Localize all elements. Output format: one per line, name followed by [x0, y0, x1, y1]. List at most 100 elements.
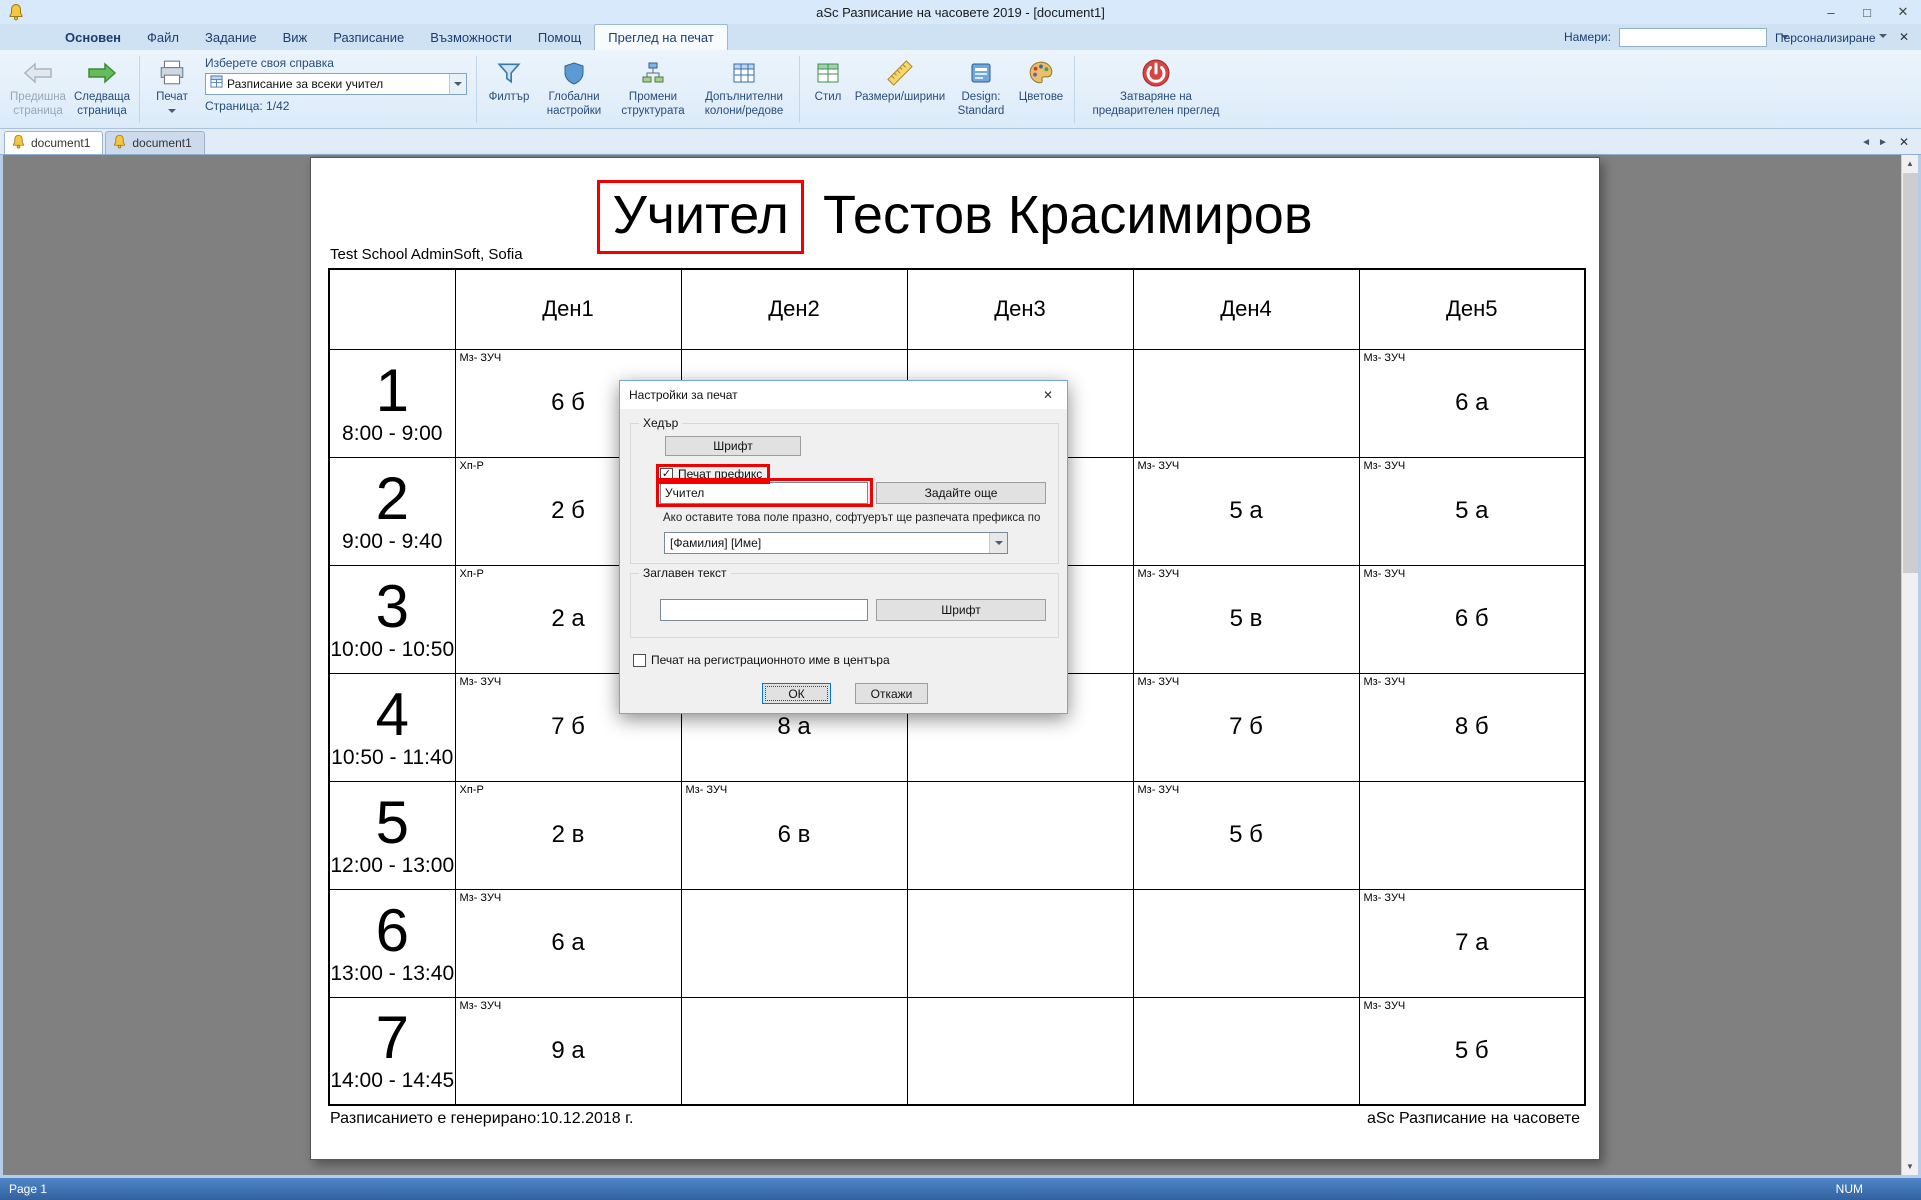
lesson-tag: Мз- ЗУЧ — [1364, 1000, 1406, 1012]
find-input[interactable] — [1620, 30, 1781, 45]
scroll-up-button[interactable]: ▲ — [1902, 155, 1918, 172]
lesson-cell: Мз- ЗУЧ5 б — [1359, 997, 1585, 1105]
tab-close-button[interactable]: ✕ — [1895, 135, 1913, 149]
lesson-class: 6 а — [1455, 389, 1488, 417]
status-bar: Page 1 NUM — [0, 1178, 1921, 1200]
ok-button[interactable]: ОК — [762, 683, 831, 704]
close-document-icon[interactable]: ✕ — [1895, 30, 1913, 44]
extra-columns-button[interactable]: Допълнителни колони/редове — [694, 52, 794, 127]
style-grid-icon — [816, 55, 840, 91]
table-row: 512:00 - 13:00 Хп-Р2 в Мз- ЗУЧ6 в Мз- ЗУ… — [329, 781, 1585, 889]
lesson-class: 7 б — [1229, 713, 1263, 741]
lesson-cell: Мз- ЗУЧ6 а — [1359, 349, 1585, 457]
change-structure-button[interactable]: Промени структурата — [612, 52, 694, 127]
lesson-cell: Мз- ЗУЧ6 б — [1359, 565, 1585, 673]
tab-print-preview[interactable]: Преглед на печат — [594, 24, 728, 50]
print-prefix-label: Печат префикс — [678, 467, 762, 481]
tab-osnoven[interactable]: Основен — [52, 24, 134, 50]
sizes-button[interactable]: Размери/ширини — [851, 52, 949, 127]
print-prefix-checkbox[interactable]: ✓ — [660, 468, 673, 481]
combo-dropdown-button[interactable] — [449, 74, 466, 94]
lesson-class: 6 в — [778, 821, 811, 849]
scrollbar-thumb[interactable] — [1903, 173, 1918, 573]
tab-razpisanie[interactable]: Разписание — [320, 24, 417, 50]
table-row: 714:00 - 14:45 Мз- ЗУЧ9 а Мз- ЗУЧ5 б — [329, 997, 1585, 1105]
prev-page-button[interactable]: Предишна страница — [6, 52, 70, 127]
ribbon: Предишна страница Следваща страница Печа… — [0, 50, 1921, 129]
dialog-titlebar[interactable]: Настройки за печат ✕ — [620, 381, 1067, 409]
personalize-menu[interactable]: Персонализиране — [1775, 30, 1887, 45]
tab-scroll-right-button[interactable]: ► — [1878, 137, 1888, 148]
period-cell: 512:00 - 13:00 — [329, 781, 455, 889]
doc-tab-label: document1 — [132, 136, 191, 150]
header-font-button[interactable]: Шрифт — [665, 436, 801, 456]
tab-pomosht[interactable]: Помощ — [525, 24, 594, 50]
tab-scroll-left-button[interactable]: ◄ — [1861, 137, 1871, 148]
dialog-close-button[interactable]: ✕ — [1029, 381, 1067, 409]
colors-button[interactable]: Цветове — [1013, 52, 1069, 127]
global-settings-button[interactable]: Глобални настройки — [536, 52, 612, 127]
lesson-tag: Мз- ЗУЧ — [1138, 460, 1180, 472]
period-number: 7 — [330, 1008, 455, 1068]
tab-fail[interactable]: Файл — [134, 24, 192, 50]
find-combobox[interactable] — [1619, 28, 1767, 47]
lesson-class: 8 б — [1455, 713, 1489, 741]
next-page-button[interactable]: Следваща страница — [70, 52, 134, 127]
set-more-button[interactable]: Задайте още — [876, 482, 1046, 504]
change-structure-label: Промени структурата — [612, 91, 694, 119]
lesson-cell — [907, 781, 1133, 889]
lesson-cell — [1133, 997, 1359, 1105]
lesson-cell — [1133, 889, 1359, 997]
lesson-tag: Хп-Р — [460, 460, 484, 472]
doc-tab-2[interactable]: document1 — [105, 131, 204, 154]
header-row: Ден1 Ден2 Ден3 Ден4 Ден5 — [329, 269, 1585, 349]
lesson-cell: Мз- ЗУЧ8 б — [1359, 673, 1585, 781]
minimize-button[interactable]: – — [1813, 1, 1849, 23]
close-preview-label: Затваряне на предварителен преглед — [1080, 91, 1232, 119]
style-button[interactable]: Стил — [805, 52, 851, 127]
maximize-button[interactable]: □ — [1849, 1, 1885, 23]
period-number: 2 — [330, 469, 455, 529]
lesson-tag: Мз- ЗУЧ — [460, 892, 502, 904]
close-preview-button[interactable]: Затваряне на предварителен преглед — [1080, 52, 1232, 127]
name-format-dropdown[interactable]: [Фамилия] [Име] — [664, 532, 1008, 554]
period-number: 5 — [330, 793, 455, 853]
print-button[interactable]: Печат — [145, 52, 199, 127]
lesson-cell: Мз- ЗУЧ5 б — [1133, 781, 1359, 889]
scroll-down-button[interactable]: ▼ — [1902, 1158, 1918, 1175]
lesson-cell — [681, 997, 907, 1105]
window-title: aSc Разписание на часовете 2019 - [docum… — [0, 5, 1921, 20]
close-button[interactable]: ✕ — [1885, 1, 1921, 23]
report-picker-combobox[interactable]: Разписание за всеки учител — [205, 73, 467, 95]
lesson-tag: Мз- ЗУЧ — [1138, 568, 1180, 580]
filter-label: Филтър — [489, 91, 530, 105]
report-picker-value: Разписание за всеки учител — [223, 77, 449, 91]
dropdown-arrow-button[interactable] — [989, 533, 1007, 553]
filter-button[interactable]: Филтър — [482, 52, 536, 127]
period-number: 3 — [330, 577, 455, 637]
design-button[interactable]: Design: Standard — [949, 52, 1013, 127]
asc-bell-icon[interactable] — [7, 3, 25, 21]
titlebar: aSc Разписание на часовете 2019 - [docum… — [0, 0, 1921, 24]
funnel-icon — [497, 55, 521, 91]
lesson-cell: Мз- ЗУЧ7 а — [1359, 889, 1585, 997]
day-header: Ден1 — [455, 269, 681, 349]
lesson-tag: Мз- ЗУЧ — [1364, 568, 1406, 580]
doc-tab-1[interactable]: document1 — [4, 131, 103, 154]
title-text-input[interactable] — [660, 599, 868, 621]
tab-vizh[interactable]: Виж — [270, 24, 321, 50]
day-header: Ден3 — [907, 269, 1133, 349]
cancel-button[interactable]: Откажи — [855, 683, 928, 704]
title-font-button[interactable]: Шрифт — [876, 599, 1046, 621]
lesson-tag: Мз- ЗУЧ — [1364, 892, 1406, 904]
lesson-cell — [907, 997, 1133, 1105]
tab-zadanie[interactable]: Задание — [192, 24, 270, 50]
center-name-checkbox[interactable] — [633, 654, 646, 667]
tab-vazmozhnosti[interactable]: Възможности — [417, 24, 525, 50]
period-time: 14:00 - 14:45 — [330, 1069, 455, 1093]
prev-arrow-icon — [23, 55, 53, 91]
vertical-scrollbar[interactable]: ▲ ▼ — [1901, 155, 1918, 1175]
prefix-input[interactable] — [660, 482, 868, 504]
prefix-hint: Ако оставите това поле празно, софтуерът… — [663, 512, 1040, 524]
ruler-icon — [887, 55, 913, 91]
